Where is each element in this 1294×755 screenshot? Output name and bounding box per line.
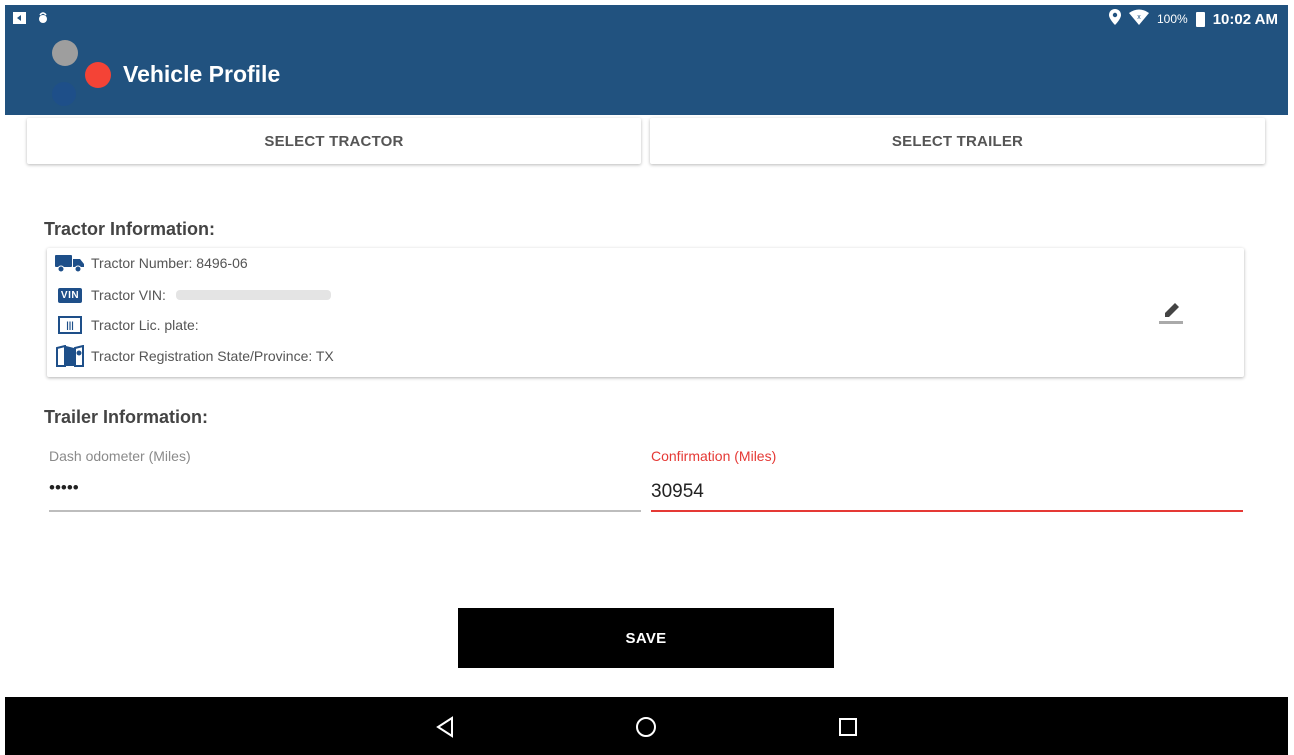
tractor-vin-row: VIN Tractor VIN: [55, 284, 331, 306]
clock: 10:02 AM [1212, 10, 1278, 28]
tractor-info-heading: Tractor Information: [44, 219, 216, 239]
save-button[interactable]: SAVE [458, 608, 834, 668]
frame-right [1288, 0, 1294, 755]
tractor-state-row: Tractor Registration State/Province: TX [55, 345, 334, 367]
confirmation-underline [651, 510, 1243, 512]
wifi-icon: x [1128, 9, 1149, 29]
trailer-info-heading: Trailer Information: [44, 407, 209, 427]
system-nav-bar [5, 697, 1288, 755]
tractor-plate-label: Tractor Lic. plate: [91, 317, 199, 333]
battery-icon [1195, 11, 1205, 27]
select-trailer-button[interactable]: SELECT TRAILER [650, 118, 1265, 164]
pencil-icon [1159, 303, 1183, 324]
confirmation-field[interactable]: Confirmation (Miles) 30954 [651, 448, 1243, 512]
confirmation-input[interactable]: 30954 [651, 481, 704, 503]
notification-icon [13, 11, 27, 30]
vin-badge: VIN [57, 287, 83, 303]
app-bar: x 100% 10:02 AM Vehicle Profile [5, 5, 1288, 115]
back-icon[interactable] [431, 713, 459, 741]
recents-icon[interactable] [834, 713, 862, 741]
tractor-plate-row: ||| Tractor Lic. plate: [55, 314, 199, 336]
tractor-vin-label: Tractor VIN: [91, 287, 166, 303]
redacted-vin [175, 290, 331, 300]
page-title: Vehicle Profile [123, 61, 281, 87]
app-logo [50, 40, 120, 110]
tractor-number: Tractor Number: 8496-06 [91, 255, 248, 271]
tractor-state: Tractor Registration State/Province: TX [91, 348, 334, 364]
map-icon [55, 345, 85, 367]
truck-icon [55, 252, 85, 274]
select-tractor-button[interactable]: SELECT TRACTOR [27, 118, 641, 164]
location-icon [1108, 9, 1121, 29]
home-icon[interactable] [632, 713, 660, 741]
dash-odometer-underline [49, 510, 641, 512]
vin-icon: VIN [55, 284, 85, 306]
edit-tractor-button[interactable] [1156, 296, 1186, 326]
lock-icon [37, 11, 49, 30]
tractor-number-row: Tractor Number: 8496-06 [55, 252, 248, 274]
dash-odometer-field[interactable]: Dash odometer (Miles) ••••• [49, 448, 641, 512]
confirmation-label: Confirmation (Miles) [651, 448, 777, 464]
dash-odometer-label: Dash odometer (Miles) [49, 448, 191, 464]
battery-percent: 100% [1156, 12, 1188, 26]
dash-odometer-input[interactable]: ••••• [49, 478, 79, 498]
status-bar: x 100% 10:02 AM [5, 5, 1288, 33]
tractor-info-card: Tractor Number: 8496-06 VIN Tractor VIN:… [47, 248, 1244, 377]
svg-text:x: x [1137, 14, 1141, 21]
plate-icon: ||| [55, 314, 85, 336]
